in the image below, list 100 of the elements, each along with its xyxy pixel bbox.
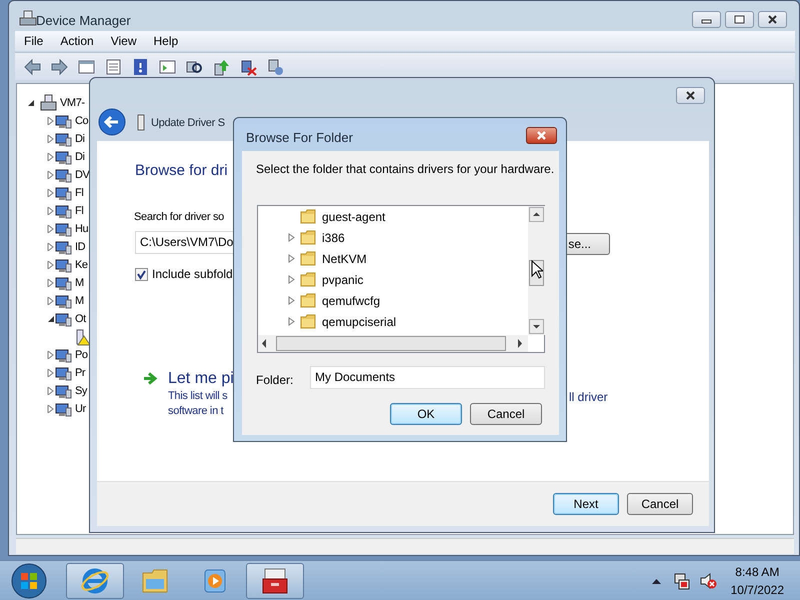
checked-checkbox[interactable] xyxy=(135,268,148,280)
arrow-icon xyxy=(143,372,158,385)
tree-item[interactable]: Ot xyxy=(75,310,86,328)
device-icon xyxy=(55,113,72,129)
console-tree-icon[interactable] xyxy=(77,58,96,76)
toolbox-icon[interactable] xyxy=(261,566,289,594)
browser-icon[interactable] xyxy=(81,566,109,594)
device-icon xyxy=(55,365,72,381)
taskbar-button[interactable] xyxy=(246,562,304,598)
tree-item[interactable]: Ur xyxy=(75,400,86,418)
tree-item[interactable]: M xyxy=(75,292,84,310)
start-button[interactable] xyxy=(10,562,48,600)
tree-item[interactable]: Ke xyxy=(75,256,88,274)
tree-item[interactable]: Po xyxy=(75,346,88,364)
menu-item[interactable]: File xyxy=(16,32,52,50)
action-pane-icon[interactable] xyxy=(158,58,177,76)
vertical-scrollbar[interactable] xyxy=(528,206,545,335)
device-icon xyxy=(55,221,72,237)
dialog-button[interactable]: Cancel xyxy=(470,403,542,425)
device-icon xyxy=(55,293,72,309)
tree-item[interactable]: Pr xyxy=(75,364,86,382)
back-icon[interactable] xyxy=(23,58,42,76)
maximize-button[interactable] xyxy=(725,11,754,28)
menu-item[interactable]: View xyxy=(102,32,144,50)
expand-arrow-icon[interactable] xyxy=(47,369,55,377)
tree-item[interactable]: Fl xyxy=(75,184,84,202)
minimize-button[interactable] xyxy=(692,11,721,28)
option-description: This list will s xyxy=(168,389,228,404)
update-icon[interactable] xyxy=(212,58,231,76)
folder-item[interactable]: guest-agent xyxy=(322,208,386,226)
expand-arrow-icon[interactable] xyxy=(288,254,295,263)
properties-icon[interactable] xyxy=(104,58,123,76)
expand-arrow-icon[interactable] xyxy=(47,225,55,233)
disable-icon[interactable] xyxy=(266,58,285,76)
tree-item[interactable]: Fl xyxy=(75,202,84,220)
expand-arrow-icon[interactable] xyxy=(288,233,295,242)
expand-arrow-icon[interactable] xyxy=(47,387,55,395)
expand-arrow-icon[interactable] xyxy=(47,153,55,161)
wizard-button[interactable]: Next xyxy=(553,493,619,515)
folder-icon xyxy=(300,314,316,329)
uninstall-icon[interactable] xyxy=(239,58,258,76)
menu-item[interactable]: Action xyxy=(52,32,102,50)
field-label: Folder: xyxy=(256,372,294,389)
device-icon xyxy=(55,383,72,399)
expand-arrow-icon[interactable] xyxy=(47,351,55,359)
scroll-right-icon xyxy=(516,338,524,349)
clock-date[interactable]: 10/7/2022 xyxy=(730,580,784,598)
tree-item[interactable]: Di xyxy=(75,148,85,166)
folder-item[interactable]: pvpanic xyxy=(322,270,364,288)
tree-item[interactable]: ID xyxy=(75,238,86,256)
expand-arrow-icon[interactable] xyxy=(47,135,55,143)
tree-item[interactable]: M xyxy=(75,274,84,292)
folder-item[interactable]: qemupciserial xyxy=(322,312,396,330)
network-icon[interactable] xyxy=(672,572,691,590)
scroll-thumb[interactable] xyxy=(276,336,506,351)
tree-item[interactable]: Di xyxy=(75,130,85,148)
dialog-title: Browse For Folder xyxy=(246,129,353,147)
window-title: Device Manager xyxy=(36,12,131,30)
expand-arrow-icon[interactable] xyxy=(47,261,55,269)
expand-arrow-icon[interactable] xyxy=(288,317,295,326)
close-button[interactable] xyxy=(676,87,705,104)
horizontal-scrollbar[interactable] xyxy=(258,335,528,352)
expand-arrow-icon[interactable] xyxy=(47,297,55,305)
back-button[interactable] xyxy=(98,108,126,136)
folder-field[interactable]: My Documents xyxy=(310,366,545,389)
close-button[interactable] xyxy=(526,127,557,144)
clock-time[interactable]: 8:48 AM xyxy=(735,562,780,580)
folder-icon xyxy=(300,293,316,308)
folder-item[interactable]: i386 xyxy=(322,228,345,246)
close-button[interactable] xyxy=(758,11,787,28)
wizard-button[interactable]: Cancel xyxy=(627,493,693,515)
expand-arrow-icon[interactable] xyxy=(47,405,55,413)
collapse-arrow-icon[interactable] xyxy=(47,315,55,323)
expand-arrow-icon[interactable] xyxy=(288,275,295,284)
tree-item[interactable]: Co xyxy=(75,112,88,130)
tree-item[interactable]: Sy xyxy=(75,382,88,400)
expand-arrow-icon[interactable] xyxy=(47,279,55,287)
folder-item[interactable]: NetKVM xyxy=(322,250,367,268)
forward-icon[interactable] xyxy=(50,58,69,76)
help-icon[interactable] xyxy=(131,58,150,76)
dialog-button[interactable]: OK xyxy=(390,403,462,425)
menu-item[interactable]: Help xyxy=(146,32,186,50)
expand-arrow-icon[interactable] xyxy=(47,189,55,197)
device-manager-icon xyxy=(19,10,37,26)
show-hidden-icons-button[interactable] xyxy=(652,578,661,584)
muted-speaker-icon[interactable] xyxy=(698,572,717,590)
expand-arrow-icon[interactable] xyxy=(47,207,55,215)
tree-item[interactable]: DV xyxy=(75,166,90,184)
device-icon xyxy=(55,185,72,201)
collapse-arrow-icon[interactable] xyxy=(27,99,35,107)
device-icon xyxy=(55,347,72,363)
expand-arrow-icon[interactable] xyxy=(47,171,55,179)
close-icon xyxy=(684,89,697,102)
folder-item[interactable]: qemufwcfg xyxy=(322,292,380,310)
instruction-text: Select the folder that contains drivers for your hardware. xyxy=(256,161,554,178)
tree-item[interactable]: VM7- xyxy=(60,94,85,112)
expand-arrow-icon[interactable] xyxy=(47,117,55,125)
expand-arrow-icon[interactable] xyxy=(47,243,55,251)
expand-arrow-icon[interactable] xyxy=(288,296,295,305)
tree-item[interactable]: Hu xyxy=(75,220,88,238)
